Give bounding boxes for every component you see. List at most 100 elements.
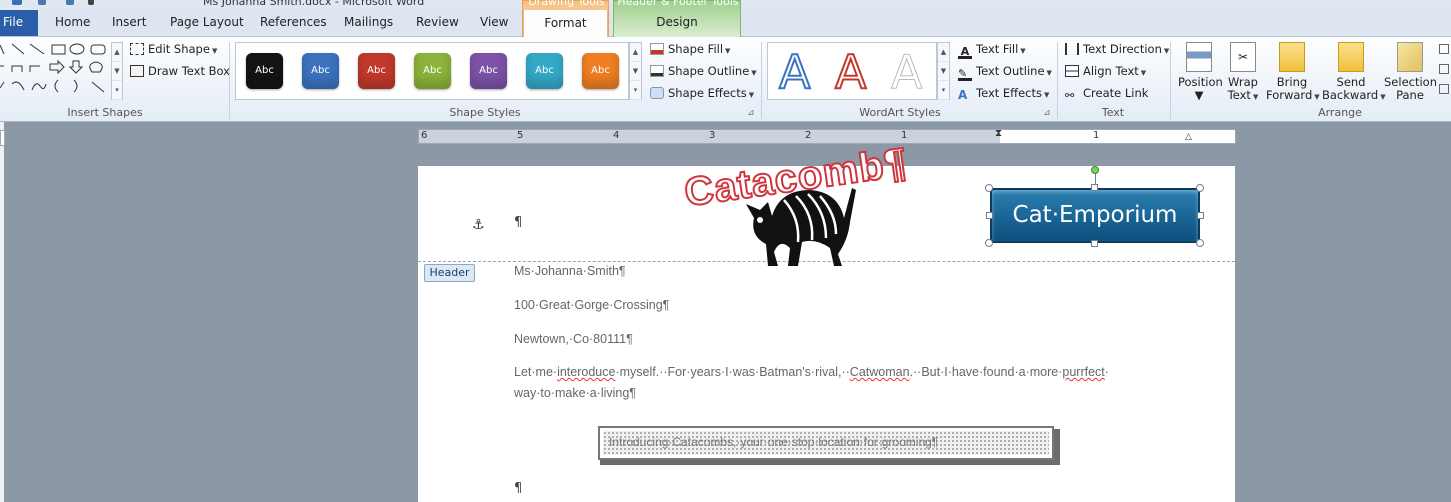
tab-selector[interactable] bbox=[0, 130, 5, 146]
shapes-gallery[interactable] bbox=[0, 42, 122, 100]
shape-style-swatch[interactable]: Abc bbox=[246, 53, 283, 89]
send-backward-icon bbox=[1338, 42, 1364, 72]
text-box-icon bbox=[130, 65, 144, 77]
paragraph-mark: ¶ bbox=[514, 481, 523, 496]
group-icon[interactable] bbox=[1439, 64, 1449, 74]
shape-outline-button[interactable]: Shape Outline ▼ bbox=[650, 64, 757, 78]
tab-view[interactable]: View bbox=[480, 15, 508, 29]
cat-emporium-wordart[interactable]: Cat·Emporium bbox=[990, 188, 1200, 243]
selection-pane-icon bbox=[1397, 42, 1423, 72]
horizontal-ruler[interactable]: 6 5 4 3 2 1 1 ⧗ △ bbox=[418, 129, 1236, 144]
wordart-style-3[interactable]: A bbox=[890, 46, 922, 99]
shape-style-swatch[interactable]: Abc bbox=[582, 53, 619, 89]
shape-style-swatch[interactable]: Abc bbox=[470, 53, 507, 89]
create-link-button[interactable]: ⚯ Create Link bbox=[1065, 86, 1148, 102]
para-text: .··But·I·have·found·a·more· bbox=[909, 365, 1063, 379]
resize-handle[interactable] bbox=[985, 184, 993, 192]
textbox-content[interactable]: Introducing·Catacombs,·your·one·stop·loc… bbox=[603, 431, 1049, 455]
tab-page-layout[interactable]: Page Layout bbox=[170, 15, 244, 29]
arched-cat-icon[interactable] bbox=[740, 178, 860, 270]
header-tag[interactable]: Header bbox=[424, 264, 475, 282]
tab-file[interactable]: File bbox=[0, 10, 38, 36]
customize-qat-icon[interactable] bbox=[88, 0, 94, 5]
position-button[interactable]: Position ▼ bbox=[1178, 42, 1223, 102]
misspelled-word[interactable]: interoduce bbox=[557, 365, 615, 379]
tab-mailings[interactable]: Mailings bbox=[344, 15, 393, 29]
draw-text-box-button[interactable]: Draw Text Box bbox=[130, 64, 230, 78]
redo-icon[interactable] bbox=[66, 0, 74, 5]
text-direction-button[interactable]: Text Direction ▼ bbox=[1065, 42, 1169, 56]
body-paragraph-line-2[interactable]: way·to·make·a·living¶ bbox=[514, 386, 636, 400]
indent-marker-icon[interactable]: ⧗ bbox=[995, 129, 1002, 139]
group-separator bbox=[1057, 42, 1058, 119]
wordart-scroll[interactable]: ▲ ▼ ▾ bbox=[937, 42, 950, 100]
position-icon bbox=[1186, 42, 1212, 72]
rotate-icon[interactable] bbox=[1439, 84, 1449, 94]
recipient-name[interactable]: Ms·Johanna·Smith¶ bbox=[514, 264, 626, 278]
text-effects-label: Text Effects bbox=[976, 86, 1043, 100]
para-text: Let·me· bbox=[514, 365, 558, 379]
shape-styles-group-label: Shape Styles bbox=[449, 106, 521, 119]
edit-shape-button[interactable]: Edit Shape ▼ bbox=[130, 42, 217, 56]
ruler-number: 6 bbox=[421, 130, 428, 141]
resize-handle[interactable] bbox=[1091, 184, 1098, 191]
selection-pane-button[interactable]: Selection Pane bbox=[1384, 42, 1437, 102]
ruler-number: 2 bbox=[805, 130, 812, 141]
text-outline-button[interactable]: ✎ Text Outline ▼ bbox=[958, 64, 1052, 81]
resize-handle[interactable] bbox=[985, 239, 993, 247]
shapes-gallery-scroll[interactable]: ▲ ▼ ▾ bbox=[111, 42, 123, 100]
misspelled-word[interactable]: purrfect bbox=[1062, 365, 1104, 379]
tab-design[interactable]: Design bbox=[613, 15, 741, 29]
shape-styles-launcher-icon[interactable]: ⊿ bbox=[747, 108, 755, 118]
wordart-launcher-icon[interactable]: ⊿ bbox=[1043, 108, 1051, 118]
send-backward-button[interactable]: Send Backward ▼ bbox=[1322, 42, 1386, 104]
text-fill-button[interactable]: A Text Fill ▼ bbox=[958, 42, 1026, 59]
paint-bucket-icon bbox=[650, 43, 664, 55]
position-dropdown-icon: ▼ bbox=[1194, 88, 1204, 102]
tab-home[interactable]: Home bbox=[55, 15, 90, 29]
shape-style-swatch[interactable]: Abc bbox=[302, 53, 339, 89]
wordart-style-1[interactable]: A bbox=[778, 45, 811, 99]
tab-insert[interactable]: Insert bbox=[112, 15, 146, 29]
ruler-number: 3 bbox=[709, 130, 716, 141]
shape-style-swatch[interactable]: Abc bbox=[358, 53, 395, 89]
wordart-styles-group-label: WordArt Styles bbox=[859, 106, 941, 119]
align-text-icon bbox=[1065, 65, 1079, 77]
group-separator bbox=[761, 42, 762, 119]
shape-style-swatch[interactable]: Abc bbox=[414, 53, 451, 89]
wordart-style-2[interactable]: A bbox=[834, 45, 867, 99]
resize-handle[interactable] bbox=[1196, 239, 1204, 247]
rotation-handle[interactable] bbox=[1091, 166, 1099, 174]
para-text: · bbox=[1104, 365, 1109, 379]
pencil-icon bbox=[650, 65, 664, 77]
wrap-text-button[interactable]: ✂ Wrap Text ▼ bbox=[1224, 42, 1262, 104]
recipient-street[interactable]: 100·Great·Gorge·Crossing¶ bbox=[514, 298, 669, 312]
ruler-number: 1 bbox=[1093, 130, 1100, 141]
undo-icon[interactable] bbox=[38, 0, 46, 5]
tab-format[interactable]: Format bbox=[523, 10, 608, 38]
shape-fill-label: Shape Fill bbox=[668, 42, 724, 56]
shape-styles-scroll[interactable]: ▲ ▼ ▾ bbox=[629, 42, 642, 100]
catacombs-textbox[interactable]: Introducing·Catacombs,·your·one·stop·loc… bbox=[598, 426, 1054, 460]
resize-handle[interactable] bbox=[986, 212, 993, 219]
bring-forward-icon bbox=[1279, 42, 1305, 72]
resize-handle[interactable] bbox=[1196, 184, 1204, 192]
recipient-city[interactable]: Newtown,·Co·80111¶ bbox=[514, 332, 633, 346]
shape-fill-button[interactable]: Shape Fill ▼ bbox=[650, 42, 730, 56]
anchor-icon[interactable]: ⚓ bbox=[472, 217, 485, 233]
create-link-label: Create Link bbox=[1083, 86, 1149, 100]
align-icon[interactable] bbox=[1439, 44, 1449, 54]
tab-review[interactable]: Review bbox=[416, 15, 459, 29]
shape-effects-button[interactable]: Shape Effects ▼ bbox=[650, 86, 754, 100]
align-text-button[interactable]: Align Text ▼ bbox=[1065, 64, 1146, 78]
text-effects-button[interactable]: A Text Effects ▼ bbox=[958, 86, 1049, 102]
save-icon[interactable] bbox=[12, 0, 22, 5]
misspelled-word[interactable]: Catwoman bbox=[850, 365, 910, 379]
right-indent-icon[interactable]: △ bbox=[1185, 132, 1192, 142]
shape-style-swatch[interactable]: Abc bbox=[526, 53, 563, 89]
resize-handle[interactable] bbox=[1091, 240, 1098, 247]
resize-handle[interactable] bbox=[1197, 212, 1204, 219]
tab-references[interactable]: References bbox=[260, 15, 327, 29]
body-paragraph-line-1[interactable]: Let·me·interoduce·myself.··For·years·I·w… bbox=[514, 365, 1109, 379]
bring-forward-button[interactable]: Bring Forward ▼ bbox=[1266, 42, 1320, 104]
